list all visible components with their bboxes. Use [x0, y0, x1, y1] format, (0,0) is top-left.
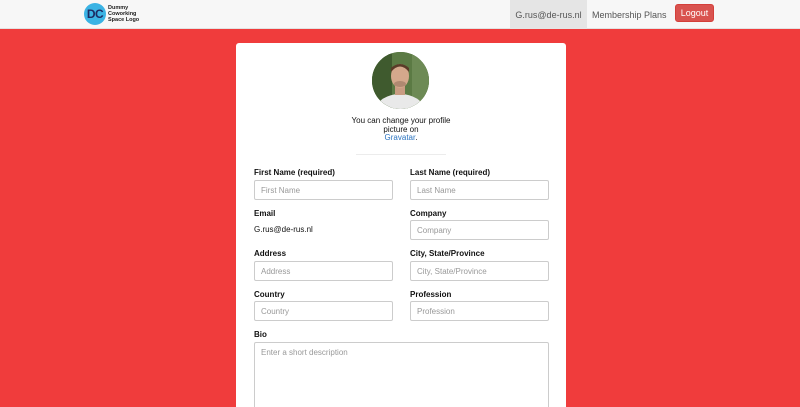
first-name-label: First Name (required): [254, 168, 335, 177]
bio-label: Bio: [254, 330, 267, 339]
email-value: G.rus@de-rus.nl: [254, 225, 313, 234]
nav-user-email[interactable]: G.rus@de-rus.nl: [510, 0, 587, 29]
logo-text: Dummy Coworking Space Logo: [108, 5, 140, 23]
profession-field[interactable]: [410, 301, 549, 321]
city-field[interactable]: [410, 261, 549, 281]
profile-card: You can change your profile picture on G…: [236, 43, 566, 407]
avatar-photo-icon: [372, 52, 429, 109]
profile-avatar: [372, 52, 429, 109]
last-name-field[interactable]: [410, 180, 549, 200]
bio-textarea[interactable]: [254, 342, 549, 407]
city-label: City, State/Province: [410, 249, 485, 258]
address-label: Address: [254, 249, 287, 258]
country-label: Country: [254, 290, 285, 299]
gravatar-link[interactable]: Gravatar: [385, 133, 416, 142]
navbar: DC Dummy Coworking Space Logo G.rus@de-r…: [0, 0, 800, 29]
profession-label: Profession: [410, 290, 452, 299]
logo[interactable]: DC Dummy Coworking Space Logo: [84, 3, 142, 25]
avatar-note: You can change your profile picture on G…: [346, 116, 456, 143]
avatar-note-text: You can change your profile picture on: [351, 116, 451, 134]
country-field[interactable]: [254, 301, 393, 321]
avatar-note-period: .: [415, 133, 418, 142]
last-name-label: Last Name (required): [410, 168, 491, 177]
logout-button[interactable]: Logout: [675, 4, 714, 22]
divider: [356, 154, 446, 155]
email-label: Email: [254, 209, 276, 218]
company-field[interactable]: [410, 220, 549, 240]
first-name-field[interactable]: [254, 180, 393, 200]
logo-icon: DC: [84, 3, 106, 25]
nav-membership-plans[interactable]: Membership Plans: [592, 0, 667, 29]
company-label: Company: [410, 209, 447, 218]
address-field[interactable]: [254, 261, 393, 281]
